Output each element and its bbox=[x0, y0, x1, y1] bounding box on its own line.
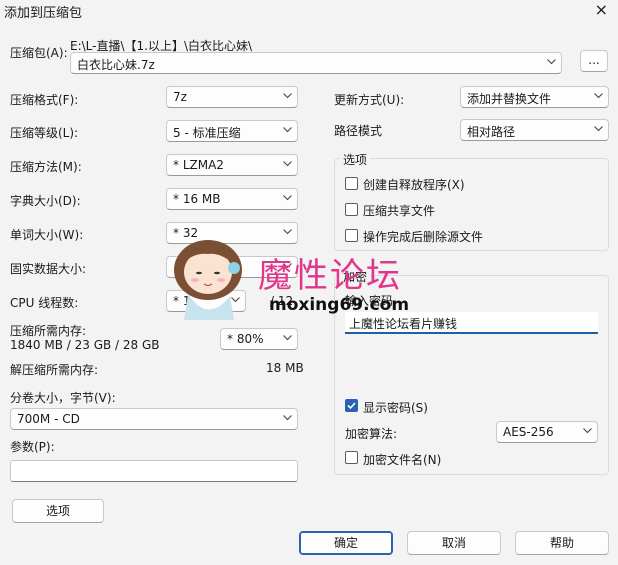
mem-percent-combo[interactable]: * 80% bbox=[220, 328, 298, 350]
chevron-down-icon bbox=[283, 161, 292, 169]
window-title: 添加到压缩包 bbox=[4, 6, 83, 21]
volume-value: 700M - CD bbox=[17, 412, 80, 426]
shared-label: 压缩共享文件 bbox=[363, 204, 436, 218]
chevron-down-icon bbox=[594, 126, 603, 134]
word-label: 单词大小(W): bbox=[10, 228, 84, 242]
chevron-down-icon bbox=[283, 195, 292, 203]
show-password-label: 显示密码(S) bbox=[363, 401, 428, 415]
path-mode-label: 路径模式 bbox=[334, 124, 383, 138]
method-value: * LZMA2 bbox=[173, 158, 224, 172]
mem-percent-value: * 80% bbox=[227, 332, 264, 346]
volume-combo[interactable]: 700M - CD bbox=[10, 408, 298, 430]
chevron-down-icon bbox=[283, 93, 292, 101]
close-icon[interactable]: × bbox=[595, 0, 608, 19]
options-button[interactable]: 选项 bbox=[12, 499, 104, 523]
browse-button[interactable]: ... bbox=[580, 50, 608, 72]
algo-combo[interactable]: AES-256 bbox=[496, 421, 598, 443]
chevron-down-icon bbox=[283, 415, 292, 423]
chevron-down-icon bbox=[594, 93, 603, 101]
password-input[interactable]: 上魔性论坛看片赚钱 bbox=[345, 312, 598, 334]
level-value: 5 - 标准压缩 bbox=[173, 126, 241, 140]
dict-combo[interactable]: * 16 MB bbox=[166, 188, 298, 210]
chevron-down-icon bbox=[583, 428, 592, 436]
format-value: 7z bbox=[173, 90, 187, 104]
mascot-icon bbox=[174, 240, 242, 320]
dict-value: * 16 MB bbox=[173, 192, 221, 206]
mascot-image bbox=[168, 224, 252, 324]
volume-label: 分卷大小，字节(V): bbox=[10, 391, 116, 405]
decomp-value: 18 MB bbox=[266, 361, 304, 375]
update-combo[interactable]: 添加并替换文件 bbox=[460, 86, 609, 108]
delete-source-label: 操作完成后删除源文件 bbox=[363, 230, 484, 244]
show-password-checkbox[interactable] bbox=[345, 399, 358, 412]
delete-source-checkbox[interactable] bbox=[345, 229, 358, 242]
chevron-down-icon bbox=[547, 59, 556, 67]
help-button[interactable]: 帮助 bbox=[515, 531, 609, 555]
algo-value: AES-256 bbox=[503, 425, 554, 439]
algo-label: 加密算法: bbox=[345, 427, 398, 441]
options-group-title: 选项 bbox=[340, 151, 371, 168]
sfx-checkbox[interactable] bbox=[345, 177, 358, 190]
watermark-text: 魔性论坛 bbox=[258, 256, 402, 296]
level-label: 压缩等级(L): bbox=[10, 126, 79, 140]
path-mode-value: 相对路径 bbox=[467, 125, 516, 139]
check-icon bbox=[347, 402, 356, 410]
archive-filename-combo[interactable]: 白衣比心妹.7z bbox=[70, 52, 562, 74]
solid-label: 固实数据大小: bbox=[10, 262, 87, 276]
update-value: 添加并替换文件 bbox=[467, 92, 552, 106]
sfx-label: 创建自释放程序(X) bbox=[363, 178, 465, 192]
level-combo[interactable]: 5 - 标准压缩 bbox=[166, 120, 298, 142]
encrypt-names-checkbox[interactable] bbox=[345, 451, 358, 464]
cancel-button[interactable]: 取消 bbox=[407, 531, 501, 555]
method-combo[interactable]: * LZMA2 bbox=[166, 154, 298, 176]
format-label: 压缩格式(F): bbox=[10, 93, 79, 107]
encrypt-names-label: 加密文件名(N) bbox=[363, 453, 442, 467]
params-label: 参数(P): bbox=[10, 440, 55, 454]
archive-filename: 白衣比心妹.7z bbox=[77, 58, 155, 72]
shared-checkbox[interactable] bbox=[345, 203, 358, 216]
mem-value: 1840 MB / 23 GB / 28 GB bbox=[10, 338, 160, 352]
archive-label: 压缩包(A): bbox=[10, 46, 68, 60]
chevron-down-icon bbox=[283, 229, 292, 237]
decomp-label: 解压缩所需内存: bbox=[10, 363, 99, 377]
chevron-down-icon bbox=[283, 335, 292, 343]
path-mode-combo[interactable]: 相对路径 bbox=[460, 119, 609, 141]
format-combo[interactable]: 7z bbox=[166, 86, 298, 108]
ok-button[interactable]: 确定 bbox=[299, 531, 393, 555]
chevron-down-icon bbox=[283, 127, 292, 135]
mem-label: 压缩所需内存: bbox=[10, 324, 87, 338]
watermark-url: moxing69.com bbox=[269, 295, 410, 315]
threads-label: CPU 线程数: bbox=[10, 296, 79, 310]
update-label: 更新方式(U): bbox=[334, 93, 405, 107]
title-bar: 添加到压缩包 × bbox=[0, 0, 618, 22]
params-input[interactable] bbox=[10, 460, 298, 482]
method-label: 压缩方法(M): bbox=[10, 160, 82, 174]
dict-label: 字典大小(D): bbox=[10, 194, 81, 208]
